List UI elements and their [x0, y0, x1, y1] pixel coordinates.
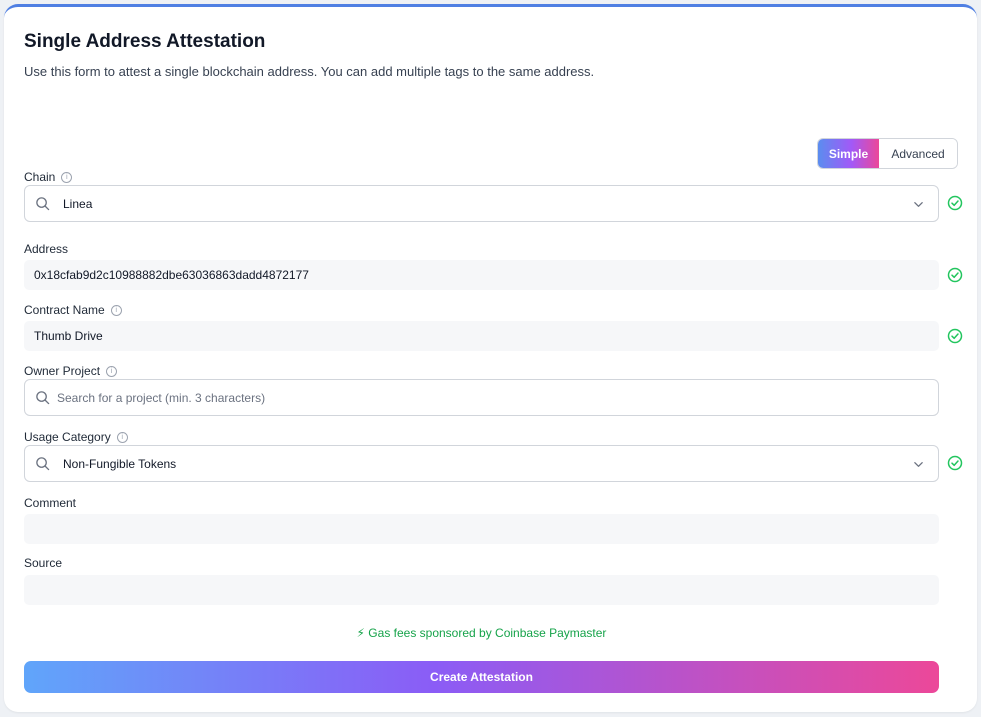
owner-project-placeholder: Search for a project (min. 3 characters)	[57, 390, 266, 405]
comment-field[interactable]	[24, 514, 939, 544]
chain-select[interactable]: Linea	[24, 185, 939, 222]
owner-project-label-text: Owner Project	[24, 364, 101, 378]
valid-check-icon	[947, 267, 963, 283]
simple-mode-button[interactable]: Simple	[818, 139, 879, 168]
chain-label-text: Chain	[24, 170, 56, 184]
advanced-mode-button[interactable]: Advanced	[879, 139, 957, 168]
owner-project-search[interactable]: Search for a project (min. 3 characters)	[24, 379, 939, 416]
info-icon[interactable]: i	[110, 304, 122, 316]
comment-label-text: Comment	[24, 496, 77, 510]
usage-category-label: Usage Category i	[24, 430, 128, 444]
info-icon[interactable]: i	[61, 171, 73, 183]
usage-category-label-text: Usage Category	[24, 430, 111, 444]
search-icon	[36, 197, 50, 211]
usage-category-value: Non-Fungible Tokens	[63, 456, 177, 471]
contract-name-label-text: Contract Name	[24, 303, 105, 317]
chevron-down-icon[interactable]	[913, 199, 924, 210]
address-label-text: Address	[24, 242, 69, 256]
search-icon	[36, 391, 50, 405]
address-label: Address	[24, 242, 68, 256]
valid-check-icon	[947, 328, 963, 344]
usage-category-select[interactable]: Non-Fungible Tokens	[24, 445, 939, 482]
contract-name-field[interactable]: Thumb Drive	[24, 321, 939, 351]
gas-sponsor-note: ⚡ Gas fees sponsored by Coinbase Paymast…	[356, 626, 607, 640]
valid-check-icon	[947, 455, 963, 471]
comment-label: Comment	[24, 496, 76, 510]
page-subtitle: Use this form to attest a single blockch…	[24, 64, 595, 79]
chevron-down-icon[interactable]	[913, 459, 924, 470]
page-title: Single Address Attestation	[24, 31, 266, 52]
info-icon[interactable]: i	[106, 365, 118, 377]
source-label-text: Source	[24, 556, 63, 570]
chain-label: Chain i	[24, 170, 73, 184]
chain-select-value: Linea	[63, 196, 93, 211]
create-attestation-button[interactable]: Create Attestation	[24, 661, 939, 693]
address-field[interactable]: 0x18cfab9d2c10988882dbe63036863dadd48721…	[24, 260, 939, 290]
search-icon	[36, 457, 50, 471]
contract-name-label: Contract Name i	[24, 303, 122, 317]
mode-toggle: Simple Advanced	[817, 138, 958, 169]
info-icon[interactable]: i	[116, 431, 128, 443]
source-label: Source	[24, 556, 62, 570]
attestation-card: Single Address Attestation Use this form…	[4, 4, 977, 712]
valid-check-icon	[947, 195, 963, 211]
source-field[interactable]	[24, 575, 939, 605]
owner-project-label: Owner Project i	[24, 364, 118, 378]
